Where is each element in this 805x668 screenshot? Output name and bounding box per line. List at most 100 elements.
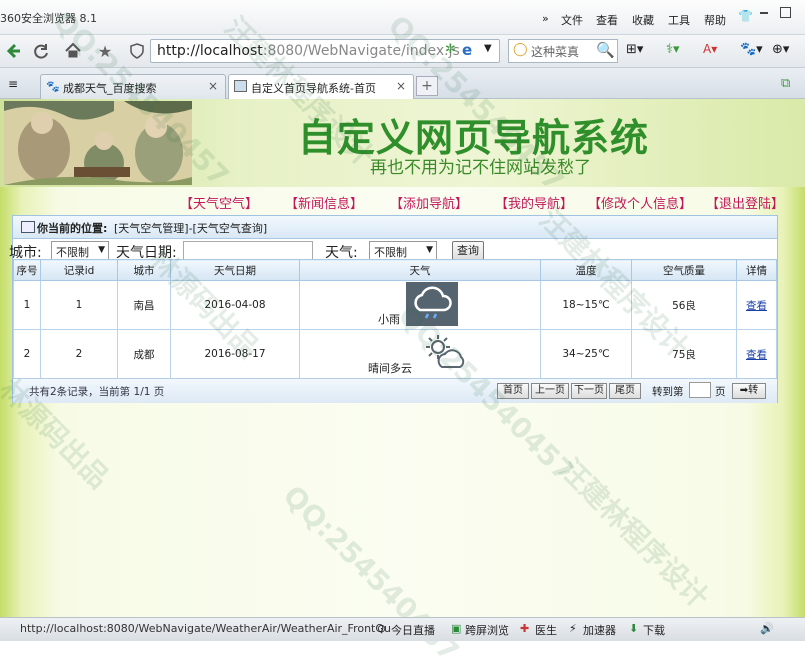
menu-tools[interactable]: 工具 [668, 12, 690, 28]
col-temperature: 温度 [540, 259, 632, 281]
city-select-value: 不限制 [56, 246, 89, 259]
apps-icon[interactable]: ⊞▾ [626, 42, 643, 57]
menu-view[interactable]: 查看 [596, 12, 618, 28]
status-url: http://localhost:8080/WebNavigate/Weathe… [20, 622, 392, 635]
home-icon[interactable] [60, 38, 86, 64]
breadcrumb-path: [天气空气管理]-[天气空气查询] [114, 222, 268, 235]
search-button[interactable]: 查询 [452, 241, 484, 261]
nav-edit-profile[interactable]: 【修改个人信息】 [588, 193, 692, 212]
cell-air-quality: 75良 [631, 329, 737, 379]
cell-date: 2016-04-08 [170, 280, 300, 330]
cell-id: 1 [40, 280, 118, 330]
status-download-icon[interactable]: ⬇ [629, 622, 638, 635]
menu-favorites[interactable]: 收藏 [632, 12, 654, 28]
close-icon[interactable]: × [396, 79, 406, 93]
menu-icon[interactable]: ≡ [8, 77, 18, 91]
volume-icon[interactable]: 🔊 [760, 622, 774, 635]
tab-navigation-home[interactable]: 自定义首页导航系统-首页 × [228, 74, 414, 100]
extensions-icon[interactable]: ⊕▾ [772, 42, 789, 57]
browser-titlebar: 360安全浏览器 8.1 » 文件 查看 收藏 工具 帮助 👕 [0, 0, 805, 35]
chevron-down-icon: ▼ [426, 245, 433, 255]
cell-detail: 查看 [736, 329, 777, 379]
status-doctor-icon[interactable]: ✚ [520, 622, 529, 635]
weather-name: 晴间多云 [368, 362, 412, 375]
view-detail-link[interactable]: 查看 [746, 300, 767, 312]
tab-label: 成都天气_百度搜索 [63, 82, 157, 95]
sage-painting-image [4, 101, 192, 185]
font-icon[interactable]: A▾ [703, 42, 717, 56]
nav-my-navigation[interactable]: 【我的导航】 [495, 193, 573, 212]
tab-label: 自定义首页导航系统-首页 [251, 82, 376, 95]
cell-id: 2 [40, 329, 118, 379]
nav-add-navigation[interactable]: 【添加导航】 [390, 193, 468, 212]
prev-page-button[interactable]: 上一页 [531, 383, 569, 399]
nav-news[interactable]: 【新闻信息】 [285, 193, 363, 212]
weather-select[interactable]: 不限制 ▼ [369, 241, 437, 261]
page-icon [234, 80, 247, 92]
pagination-bar: 共有2条记录，当前第 1/1 页 首页 上一页 下一页 尾页 转到第 页 ➡转 [13, 378, 777, 403]
col-index: 序号 [13, 259, 41, 281]
cell-weather: 晴间多云 [299, 329, 541, 379]
status-doctor[interactable]: 医生 [535, 622, 557, 638]
rain-cloud-icon [406, 282, 458, 326]
status-download[interactable]: 下载 [643, 622, 665, 638]
status-cross-screen[interactable]: 跨屏浏览 [465, 622, 509, 638]
last-page-button[interactable]: 尾页 [609, 383, 641, 399]
status-accelerator-icon[interactable]: ⚡ [569, 622, 577, 635]
cell-city: 南昌 [117, 280, 171, 330]
address-url: http://localhost:8080/WebNavigate/index.… [157, 43, 460, 59]
nav-weather-air[interactable]: 【天气空气】 [180, 193, 258, 212]
cell-weather: 小雨 [299, 280, 541, 330]
cell-index: 1 [13, 280, 41, 330]
first-page-button[interactable]: 首页 [497, 383, 529, 399]
col-date: 天气日期 [170, 259, 300, 281]
nav-logout[interactable]: 【退出登陆】 [706, 193, 784, 212]
close-icon[interactable]: × [208, 79, 218, 93]
city-select[interactable]: 不限制 ▼ [51, 241, 109, 261]
search-input-text: 这种菜真 [531, 45, 580, 59]
col-city: 城市 [117, 259, 171, 281]
status-live-icon[interactable]: ⊙ [377, 622, 386, 635]
paw-icon: 🐾 [46, 80, 60, 93]
browser-app-title: 360安全浏览器 8.1 [0, 12, 97, 25]
status-accelerator[interactable]: 加速器 [583, 622, 616, 638]
new-tab-button[interactable]: + [416, 76, 438, 96]
view-detail-link[interactable]: 查看 [746, 349, 767, 361]
col-record-id: 记录id [40, 259, 118, 281]
chevron-down-icon[interactable]: ▼ [484, 43, 492, 54]
restore-tabs-icon[interactable]: ⧉ [781, 76, 790, 91]
status-live[interactable]: 今日直播 [391, 622, 435, 638]
cell-temperature: 18~15℃ [540, 280, 632, 330]
translate-icon[interactable]: ⚕▾ [666, 42, 680, 57]
date-input[interactable] [183, 241, 313, 261]
minimize-icon[interactable] [760, 12, 768, 14]
col-air-quality: 空气质量 [631, 259, 737, 281]
tab-baidu-weather[interactable]: 🐾 成都天气_百度搜索 × [40, 74, 226, 99]
banner-subtitle: 再也不用为记不住网站发愁了 [370, 158, 591, 178]
back-icon[interactable] [0, 38, 26, 64]
cell-air-quality: 56良 [631, 280, 737, 330]
table-row: 1 1 南昌 2016-04-08 小雨 18~15℃ 56良 查看 [13, 280, 777, 330]
next-page-button[interactable]: 下一页 [571, 383, 607, 399]
page-number-input[interactable] [689, 382, 711, 398]
go-button[interactable]: ➡转 [732, 383, 766, 399]
site-banner: 自定义网页导航系统 再也不用为记不住网站发愁了 [0, 99, 805, 187]
menu-help[interactable]: 帮助 [704, 12, 726, 28]
star-icon[interactable]: ★ [92, 38, 118, 64]
breadcrumb: 你当前的位置: [天气空气管理]-[天气空气查询] [13, 216, 777, 239]
browser-statusbar: http://localhost:8080/WebNavigate/Weathe… [0, 617, 805, 641]
status-screen-icon[interactable]: ▣ [451, 622, 461, 635]
gear-icon[interactable]: ✲ [445, 42, 456, 57]
menu-file[interactable]: 文件 [561, 12, 583, 28]
shirt-icon[interactable]: 👕 [738, 9, 753, 23]
baidu-icon[interactable]: 🐾▾ [740, 42, 763, 57]
menu-overflow[interactable]: » [542, 12, 549, 25]
partly-cloudy-icon [418, 331, 470, 375]
ie-mode-icon[interactable]: e [462, 41, 472, 59]
search-icon[interactable]: 🔍 [596, 41, 615, 59]
cell-city: 成都 [117, 329, 171, 379]
watermark-text: 汪建林程序设计 [553, 452, 716, 615]
cell-detail: 查看 [736, 280, 777, 330]
refresh-icon[interactable] [28, 38, 54, 64]
maximize-icon[interactable] [780, 7, 791, 18]
